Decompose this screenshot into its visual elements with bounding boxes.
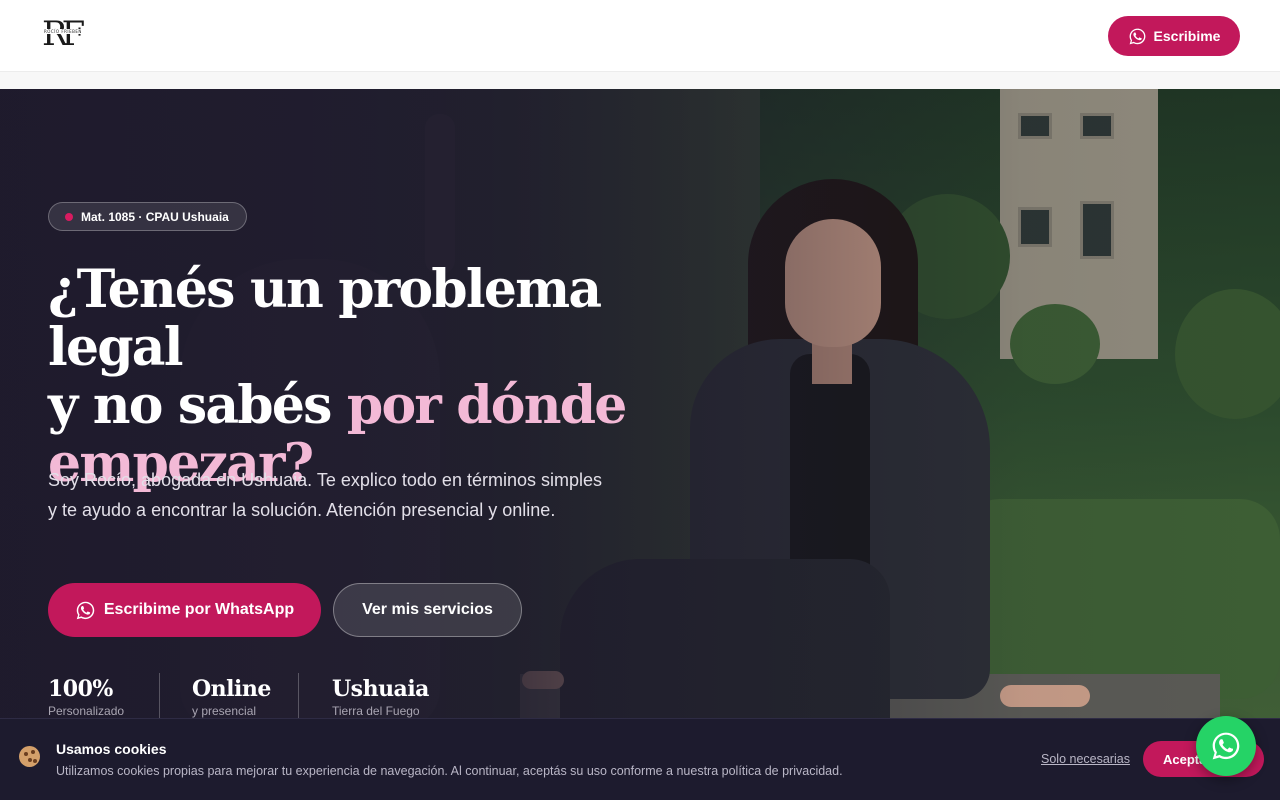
badge-text: Mat. 1085 · CPAU Ushuaia bbox=[81, 209, 229, 224]
badge-dot-icon bbox=[65, 213, 73, 221]
hero-title: ¿Tenés un problema legal y no sabés por … bbox=[48, 261, 748, 493]
stat-label: Tierra del Fuego bbox=[332, 704, 420, 718]
whatsapp-cta-button[interactable]: Escribime por WhatsApp bbox=[48, 583, 321, 637]
stat-location: Ushuaia Tierra del Fuego bbox=[332, 675, 429, 719]
services-button[interactable]: Ver mis servicios bbox=[333, 583, 522, 637]
cookie-banner: Usamos cookies Utilizamos cookies propia… bbox=[0, 718, 1280, 800]
logo-subtitle: ROCÍO FRIEBEN bbox=[43, 29, 83, 34]
stat-divider bbox=[159, 673, 160, 721]
hero-title-line1: ¿Tenés un problema legal bbox=[48, 259, 602, 378]
header-whatsapp-button[interactable]: Escribime bbox=[1108, 16, 1240, 56]
header-divider-strip bbox=[0, 72, 1280, 89]
cookie-text: Utilizamos cookies propias para mejorar … bbox=[56, 764, 843, 778]
floating-whatsapp-button[interactable] bbox=[1196, 716, 1256, 776]
stat-label: Personalizado bbox=[48, 704, 125, 718]
site-logo[interactable]: RF ROCÍO FRIEBEN bbox=[42, 15, 90, 55]
stat-value: Ushuaia bbox=[332, 676, 429, 702]
stat-personalized: 100% Personalizado bbox=[48, 675, 124, 719]
cookie-chip bbox=[33, 759, 37, 763]
cookie-chip bbox=[31, 750, 35, 754]
whatsapp-icon bbox=[76, 601, 95, 619]
stat-value: 100% bbox=[48, 676, 113, 702]
hero-title-highlight: por dónde bbox=[346, 375, 627, 436]
registration-badge: Mat. 1085 · CPAU Ushuaia bbox=[48, 202, 247, 231]
hero-lead-text: Soy Rocío, abogada en Ushuaia. Te explic… bbox=[48, 470, 602, 520]
stat-value: Online bbox=[192, 676, 271, 702]
stat-label: y presencial bbox=[192, 704, 257, 718]
cookie-chip bbox=[28, 758, 32, 762]
hero-section: Mat. 1085 · CPAU Ushuaia ¿Tenés un probl… bbox=[0, 89, 1280, 800]
stat-online: Online y presencial bbox=[192, 675, 271, 719]
whatsapp-cta-label: Escribime por WhatsApp bbox=[103, 601, 295, 618]
whatsapp-icon bbox=[1129, 28, 1145, 44]
header-whatsapp-label: Escribime bbox=[1153, 28, 1221, 44]
stat-divider bbox=[298, 673, 299, 721]
cookie-chip bbox=[24, 752, 28, 756]
cookie-icon bbox=[19, 746, 40, 767]
logo-monogram: RF bbox=[42, 14, 85, 54]
whatsapp-icon bbox=[1212, 732, 1240, 760]
cookie-title: Usamos cookies bbox=[56, 741, 167, 757]
services-button-label: Ver mis servicios bbox=[362, 601, 493, 618]
hero-title-line2a: y no sabés bbox=[48, 375, 347, 436]
site-header: RF ROCÍO FRIEBEN Escribime bbox=[0, 0, 1280, 72]
cookie-necessary-link[interactable]: Solo necesarias bbox=[1041, 752, 1130, 766]
